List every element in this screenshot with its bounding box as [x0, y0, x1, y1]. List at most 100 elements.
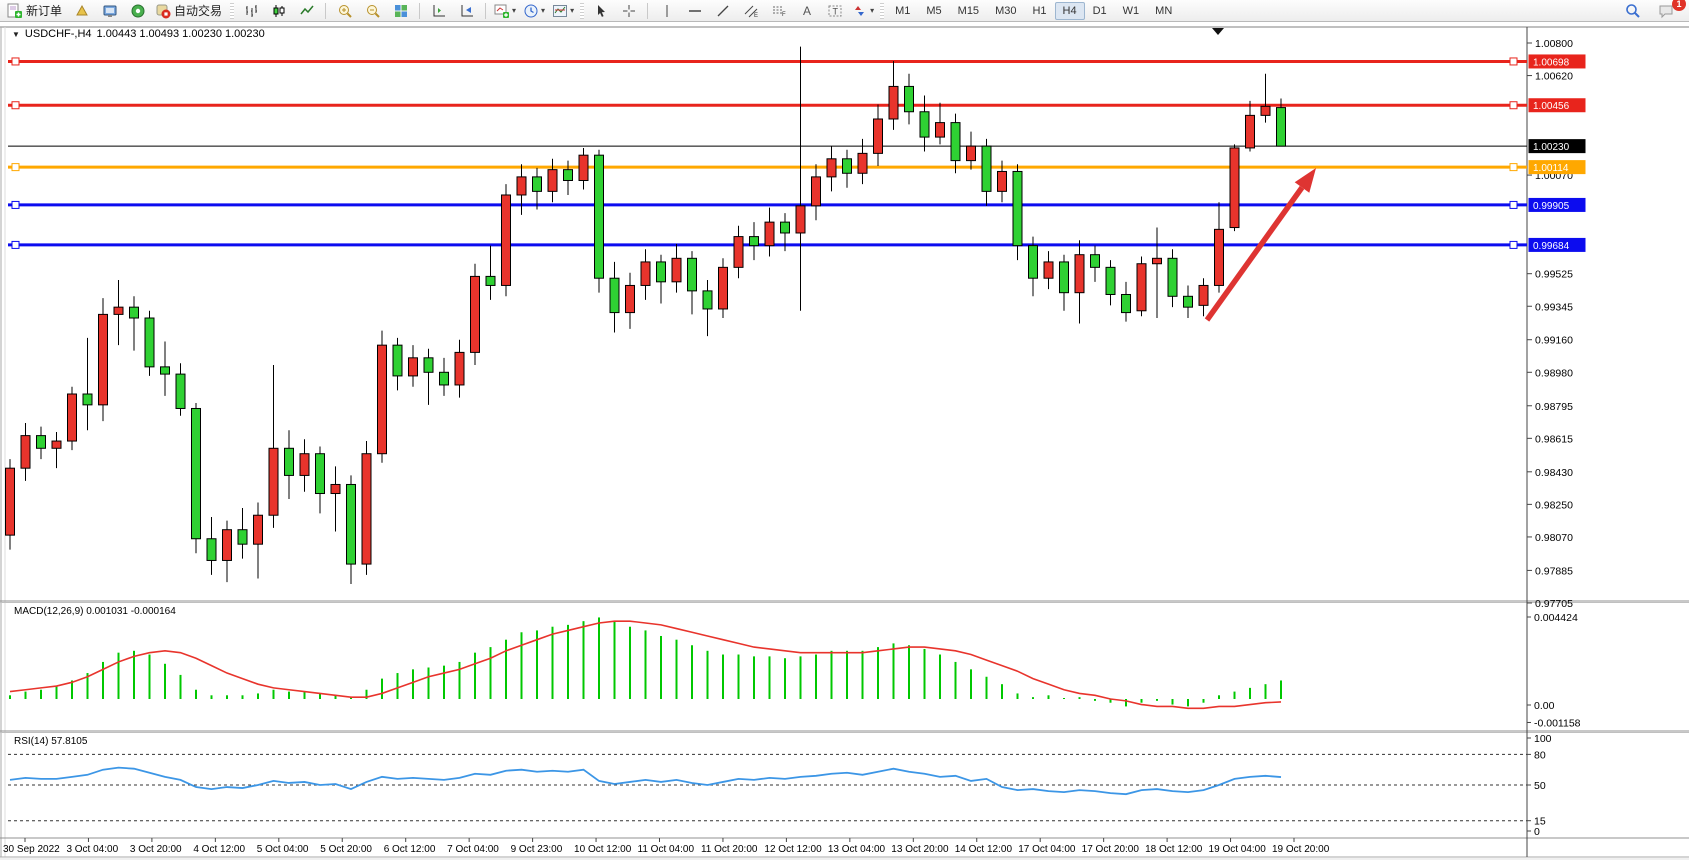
- autotrade-label: 自动交易: [174, 2, 224, 19]
- chart-window: ▼ USDCHF-,H4 1.00443 1.00493 1.00230 1.0…: [0, 21, 1689, 860]
- timeframe-H1[interactable]: H1: [1024, 2, 1054, 20]
- zoom-in-button[interactable]: [331, 1, 358, 21]
- indicators-icon: [552, 3, 568, 19]
- svg-text:9 Oct 23:00: 9 Oct 23:00: [511, 844, 563, 855]
- crosshair-icon: [621, 3, 637, 19]
- auto-scroll-button[interactable]: [425, 1, 452, 21]
- toolbar-separator: [647, 3, 648, 19]
- timeframe-group: M1M5M15M30H1H4D1W1MN: [887, 2, 1180, 20]
- fibonacci-icon: F: [771, 3, 787, 19]
- toolbar-right: 1: [1619, 1, 1685, 21]
- candlestick-icon: [271, 3, 287, 19]
- main-toolbar: 新订单 自动交易: [0, 0, 1689, 22]
- new-chart-icon: [494, 3, 510, 19]
- equidistant-channel-icon: E: [743, 3, 759, 19]
- svg-text:18 Oct 12:00: 18 Oct 12:00: [1145, 844, 1203, 855]
- mail-button[interactable]: [68, 1, 95, 21]
- chart-title: ▼ USDCHF-,H4 1.00443 1.00493 1.00230 1.0…: [12, 28, 265, 40]
- vertical-line-tool[interactable]: [653, 1, 680, 21]
- svg-text:6 Oct 12:00: 6 Oct 12:00: [384, 844, 436, 855]
- cursor-icon: [593, 3, 609, 19]
- toolbar-grip: [880, 3, 884, 19]
- line-chart-icon: [299, 3, 315, 19]
- timeframe-M30[interactable]: M30: [987, 2, 1024, 20]
- timeframe-D1[interactable]: D1: [1085, 2, 1115, 20]
- svg-text:1.00114: 1.00114: [1533, 163, 1569, 174]
- candlestick-type-button[interactable]: [265, 1, 292, 21]
- text-label-tool[interactable]: T: [821, 1, 848, 21]
- svg-text:A: A: [803, 4, 811, 18]
- chart-shift-button[interactable]: [453, 1, 480, 21]
- chart-dropdown-icon[interactable]: ▼: [12, 30, 20, 39]
- dropdown-caret: ▾: [541, 6, 545, 15]
- timeframe-M5[interactable]: M5: [918, 2, 949, 20]
- svg-text:3 Oct 20:00: 3 Oct 20:00: [130, 844, 182, 855]
- svg-text:11 Oct 04:00: 11 Oct 04:00: [638, 844, 695, 855]
- search-icon: [1624, 2, 1642, 20]
- svg-text:0.00: 0.00: [1534, 700, 1555, 712]
- svg-text:10 Oct 12:00: 10 Oct 12:00: [574, 844, 632, 855]
- notifications-button[interactable]: 1: [1652, 1, 1679, 21]
- horizontal-line-icon: [687, 3, 703, 19]
- timeframe-M1[interactable]: M1: [887, 2, 918, 20]
- community-button[interactable]: [124, 1, 151, 21]
- svg-text:0.98615: 0.98615: [1535, 433, 1573, 445]
- tile-windows-button[interactable]: [387, 1, 414, 21]
- bar-chart-type-button[interactable]: [237, 1, 264, 21]
- autotrade-button[interactable]: 自动交易: [152, 1, 227, 21]
- line-chart-type-button[interactable]: [293, 1, 320, 21]
- new-chart-button[interactable]: ▾: [491, 1, 519, 21]
- svg-text:13 Oct 20:00: 13 Oct 20:00: [891, 844, 949, 855]
- dropdown-caret: ▾: [570, 6, 574, 15]
- auto-scroll-icon: [431, 3, 447, 19]
- svg-text:19 Oct 20:00: 19 Oct 20:00: [1272, 844, 1330, 855]
- bar-chart-icon: [243, 3, 259, 19]
- text-tool[interactable]: A: [793, 1, 820, 21]
- svg-text:13 Oct 04:00: 13 Oct 04:00: [828, 844, 886, 855]
- svg-text:0.99525: 0.99525: [1535, 269, 1573, 281]
- new-order-button[interactable]: 新订单: [4, 1, 67, 21]
- svg-text:0.97705: 0.97705: [1535, 598, 1573, 610]
- community-icon: [130, 3, 146, 19]
- svg-text:E: E: [754, 13, 758, 19]
- svg-text:12 Oct 12:00: 12 Oct 12:00: [764, 844, 822, 855]
- svg-text:50: 50: [1534, 780, 1546, 792]
- svg-text:5 Oct 04:00: 5 Oct 04:00: [257, 844, 309, 855]
- mail-icon: [74, 3, 90, 19]
- zoom-out-button[interactable]: [359, 1, 386, 21]
- arrows-tool[interactable]: ▾: [849, 1, 877, 21]
- svg-text:17 Oct 04:00: 17 Oct 04:00: [1018, 844, 1076, 855]
- timeframe-M15[interactable]: M15: [950, 2, 987, 20]
- svg-text:0.98070: 0.98070: [1535, 532, 1573, 544]
- svg-text:3 Oct 04:00: 3 Oct 04:00: [66, 844, 118, 855]
- timeframe-H4[interactable]: H4: [1055, 2, 1085, 20]
- macd-indicator-label: MACD(12,26,9) 0.001031 -0.000164: [14, 606, 176, 617]
- svg-text:14 Oct 12:00: 14 Oct 12:00: [955, 844, 1013, 855]
- svg-text:4 Oct 12:00: 4 Oct 12:00: [193, 844, 245, 855]
- svg-text:1.00230: 1.00230: [1533, 142, 1570, 153]
- equidistant-channel-tool[interactable]: E: [737, 1, 764, 21]
- svg-text:1.00456: 1.00456: [1533, 101, 1570, 112]
- svg-text:0.98980: 0.98980: [1535, 367, 1573, 379]
- svg-text:1.00620: 1.00620: [1535, 71, 1573, 83]
- trendline-tool[interactable]: [709, 1, 736, 21]
- search-button[interactable]: [1619, 1, 1646, 21]
- svg-text:17 Oct 20:00: 17 Oct 20:00: [1082, 844, 1140, 855]
- crosshair-button[interactable]: [615, 1, 642, 21]
- period-button[interactable]: ▾: [520, 1, 548, 21]
- toolbar-separator: [485, 3, 486, 19]
- indicators-button[interactable]: ▾: [549, 1, 577, 21]
- chart-canvas[interactable]: 1.008001.006201.000700.995250.993450.991…: [0, 0, 1689, 860]
- tile-windows-icon: [393, 3, 409, 19]
- timeframe-MN[interactable]: MN: [1147, 2, 1180, 20]
- svg-text:-0.001158: -0.001158: [1534, 717, 1581, 729]
- horizontal-line-tool[interactable]: [681, 1, 708, 21]
- notification-badge: 1: [1672, 0, 1686, 11]
- terminal-button[interactable]: [96, 1, 123, 21]
- cursor-button[interactable]: [587, 1, 614, 21]
- timeframe-W1[interactable]: W1: [1115, 2, 1148, 20]
- toolbar-grip: [230, 3, 234, 19]
- chart-symbol-period: USDCHF-,H4: [25, 28, 92, 40]
- svg-text:100: 100: [1534, 733, 1552, 745]
- fibonacci-tool[interactable]: F: [765, 1, 792, 21]
